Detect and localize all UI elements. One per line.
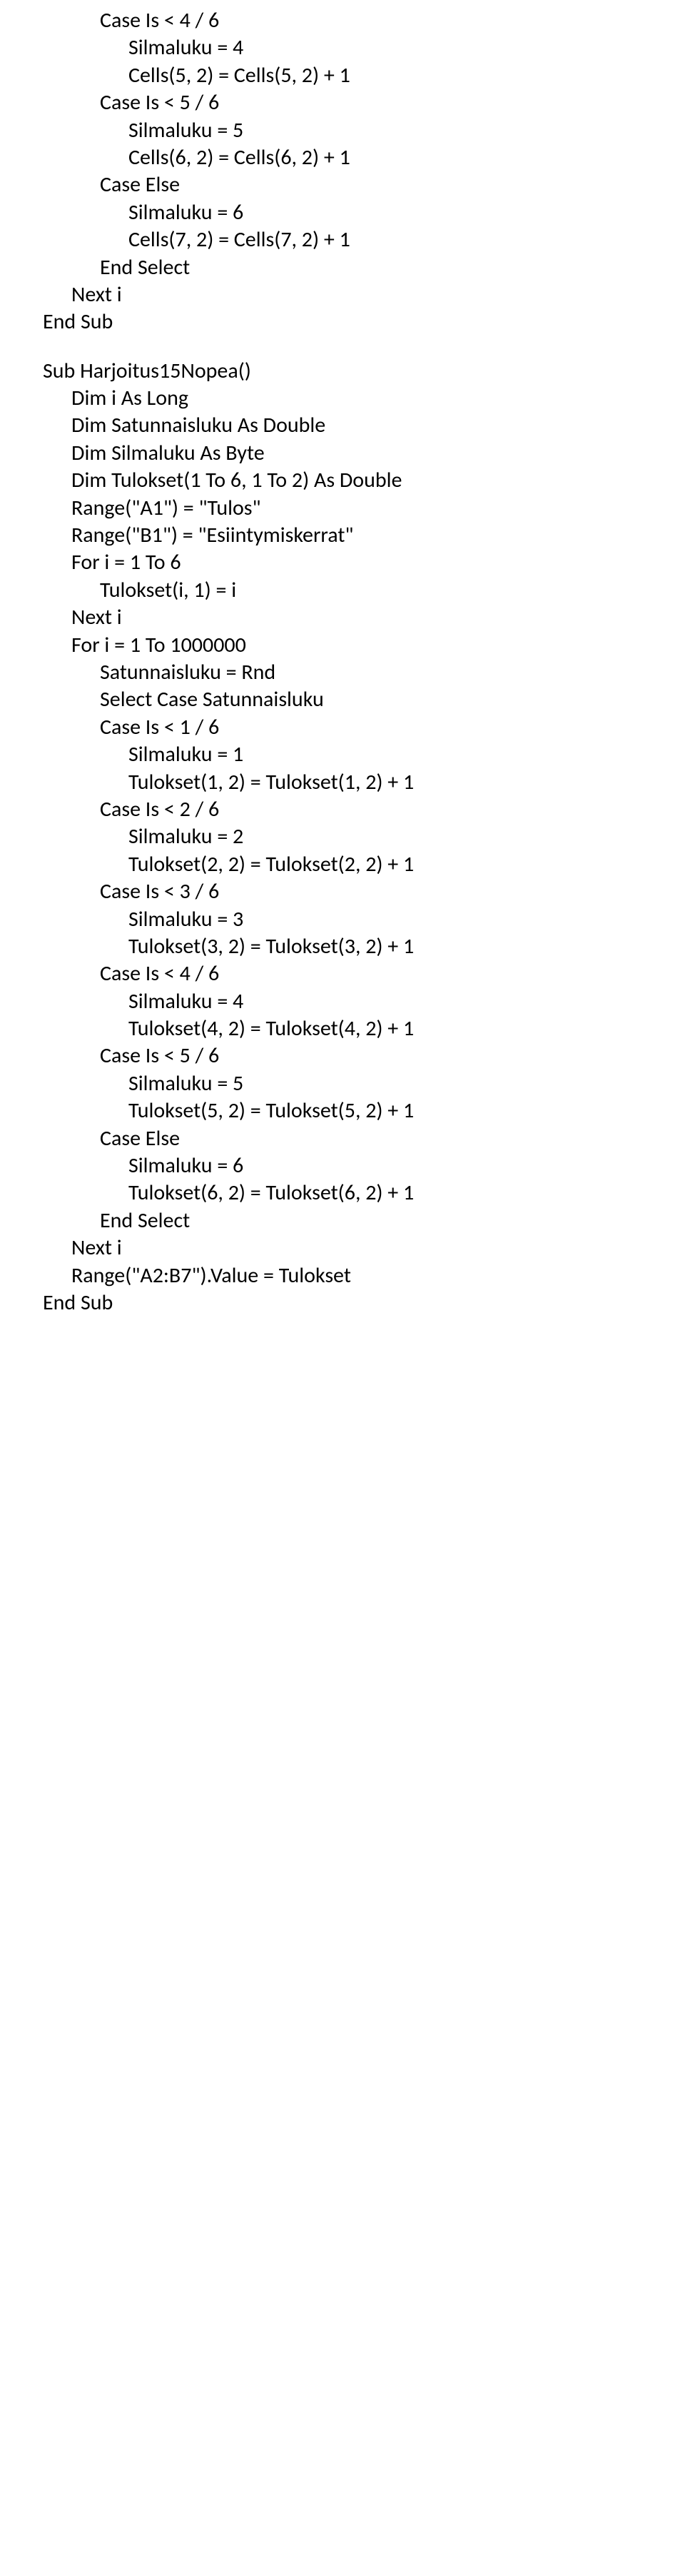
code-line: For i = 1 To 6	[43, 549, 685, 576]
code-line: Case Is < 4 / 6	[43, 960, 685, 987]
code-line: Range("B1") = "Esiintymiskerrat"	[43, 522, 685, 549]
code-line: Cells(5, 2) = Cells(5, 2) + 1	[43, 62, 685, 89]
code-line: Range("A2:B7").Value = Tulokset	[43, 1262, 685, 1289]
spacer	[43, 336, 685, 358]
code-line: Silmaluku = 4	[43, 988, 685, 1015]
code-line: Case Else	[43, 1125, 685, 1152]
code-line: Tulokset(5, 2) = Tulokset(5, 2) + 1	[43, 1097, 685, 1125]
code-line: End Select	[43, 1207, 685, 1234]
code-line: Satunnaisluku = Rnd	[43, 659, 685, 686]
code-line: Case Else	[43, 171, 685, 198]
code-line: End Sub	[43, 308, 685, 336]
code-line: Dim Satunnaisluku As Double	[43, 412, 685, 439]
code-line: Case Is < 5 / 6	[43, 89, 685, 116]
code-line: Dim Tulokset(1 To 6, 1 To 2) As Double	[43, 467, 685, 494]
code-line: Tulokset(2, 2) = Tulokset(2, 2) + 1	[43, 851, 685, 878]
code-line: Tulokset(1, 2) = Tulokset(1, 2) + 1	[43, 769, 685, 796]
code-line: Next i	[43, 604, 685, 631]
code-line: Range("A1") = "Tulos"	[43, 495, 685, 522]
code-line: Silmaluku = 3	[43, 906, 685, 933]
code-line: Silmaluku = 1	[43, 741, 685, 768]
code-line: Sub Harjoitus15Nopea()	[43, 358, 685, 385]
code-line: Cells(6, 2) = Cells(6, 2) + 1	[43, 144, 685, 171]
code-line: Case Is < 5 / 6	[43, 1042, 685, 1070]
code-line: Silmaluku = 6	[43, 1152, 685, 1179]
code-line: Case Is < 2 / 6	[43, 796, 685, 823]
code-line: Silmaluku = 5	[43, 1070, 685, 1097]
code-line: Tulokset(3, 2) = Tulokset(3, 2) + 1	[43, 933, 685, 960]
code-line: Dim i As Long	[43, 385, 685, 412]
code-line: Tulokset(i, 1) = i	[43, 577, 685, 604]
code-line: Case Is < 1 / 6	[43, 714, 685, 741]
code-line: Case Is < 4 / 6	[43, 7, 685, 34]
code-line: For i = 1 To 1000000	[43, 632, 685, 659]
code-line: Tulokset(4, 2) = Tulokset(4, 2) + 1	[43, 1015, 685, 1042]
code-line: End Select	[43, 254, 685, 281]
code-line: Next i	[43, 281, 685, 308]
code-line: Tulokset(6, 2) = Tulokset(6, 2) + 1	[43, 1179, 685, 1207]
code-line: Case Is < 3 / 6	[43, 878, 685, 905]
code-line: Cells(7, 2) = Cells(7, 2) + 1	[43, 226, 685, 253]
code-line: Silmaluku = 5	[43, 117, 685, 144]
code-line: Silmaluku = 2	[43, 823, 685, 850]
code-line: Silmaluku = 4	[43, 34, 685, 61]
code-line: Silmaluku = 6	[43, 199, 685, 226]
code-line: Select Case Satunnaisluku	[43, 686, 685, 713]
code-line: Dim Silmaluku As Byte	[43, 440, 685, 467]
code-line: Next i	[43, 1234, 685, 1262]
code-line: End Sub	[43, 1289, 685, 1317]
